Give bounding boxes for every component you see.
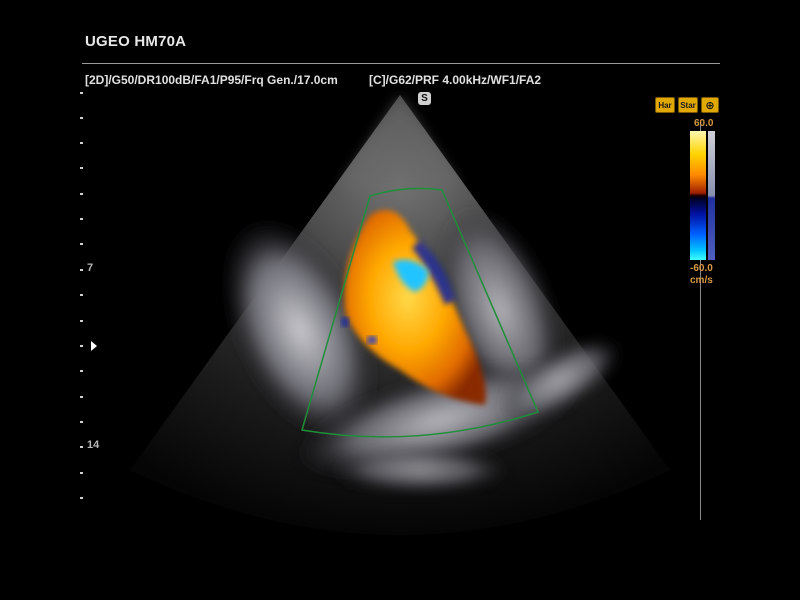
velocity-min-label: -60.0 bbox=[690, 263, 713, 274]
orientation-marker-icon: S bbox=[418, 92, 431, 105]
depth-tick bbox=[80, 142, 83, 144]
velocity-unit-label: cm/s bbox=[690, 275, 713, 286]
depth-tick bbox=[80, 269, 83, 271]
depth-tick bbox=[80, 294, 83, 296]
doppler-flow-blue-dot bbox=[367, 336, 377, 344]
velocity-colorbar bbox=[690, 131, 706, 260]
depth-tick bbox=[80, 167, 83, 169]
focus-marker-icon[interactable] bbox=[91, 341, 97, 351]
ultrasound-screen: UGEO HM70A [2D]/G50/DR100dB/FA1/P95/Frq … bbox=[0, 0, 800, 600]
depth-label-14: 14 bbox=[87, 439, 100, 451]
bottom-tissue bbox=[330, 448, 510, 492]
globe-icon[interactable]: ⊕ bbox=[701, 97, 719, 113]
depth-tick bbox=[80, 396, 83, 398]
doppler-flow-blue-dot2 bbox=[341, 317, 349, 327]
ultrasound-image bbox=[130, 95, 670, 535]
depth-tick bbox=[80, 421, 83, 423]
depth-tick bbox=[80, 320, 83, 322]
depth-tick bbox=[80, 497, 83, 499]
depth-tick bbox=[80, 345, 83, 347]
depth-tick bbox=[80, 117, 83, 119]
depth-tick bbox=[80, 446, 83, 448]
depth-tick bbox=[80, 193, 83, 195]
depth-tick bbox=[80, 92, 83, 94]
harmonic-button[interactable]: Har bbox=[655, 97, 675, 113]
variance-colorbar bbox=[708, 131, 715, 260]
star-button[interactable]: Star bbox=[678, 97, 698, 113]
depth-tick bbox=[80, 218, 83, 220]
depth-tick bbox=[80, 472, 83, 474]
depth-tick bbox=[80, 243, 83, 245]
velocity-max-label: 60.0 bbox=[694, 118, 714, 129]
depth-label-7: 7 bbox=[87, 262, 94, 274]
near-field bbox=[340, 95, 460, 193]
depth-tick bbox=[80, 370, 83, 372]
